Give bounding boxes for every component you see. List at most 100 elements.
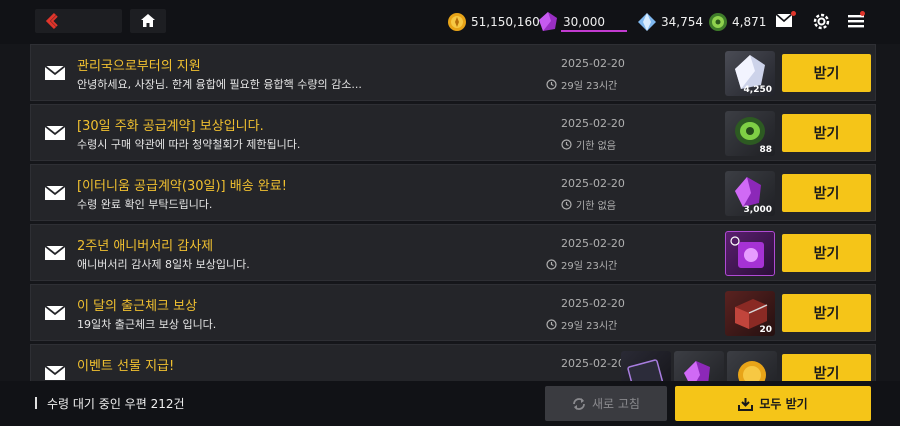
mail-title: 이벤트 선물 지급! <box>77 359 175 374</box>
mail-description: 수령시 구매 약관에 따라 청약철회가 제한됩니다. <box>77 138 301 151</box>
reward-count: 20 <box>759 325 772 335</box>
mail-date: 2025-02-20 <box>561 57 625 70</box>
home-icon <box>141 14 155 27</box>
receive-button[interactable]: 받기 <box>782 174 871 212</box>
menu-icon <box>848 15 864 28</box>
receive-all-button[interactable]: 모두 받기 <box>675 386 871 421</box>
envelope-icon <box>45 366 65 380</box>
envelope-icon <box>45 246 65 260</box>
receive-button[interactable]: 받기 <box>782 354 871 381</box>
receive-button[interactable]: 받기 <box>782 294 871 332</box>
green-currency: 4,871 <box>708 11 766 33</box>
mail-expire: 29일 23시간 <box>546 317 617 332</box>
mail-date: 2025-02-20 <box>561 177 625 190</box>
mail-title: 2주년 애니버서리 감사제 <box>77 239 214 254</box>
mail-description: 수령 완료 확인 부탁드립니다. <box>77 198 213 211</box>
receive-button[interactable]: 받기 <box>782 114 871 152</box>
mail-date: 2025-02-20 <box>561 117 625 130</box>
envelope-icon <box>45 306 65 320</box>
mail-item: [30일 주화 공급계약] 보상입니다. 수령시 구매 약관에 따라 청약철회가… <box>30 104 876 161</box>
diamond-icon <box>638 13 656 31</box>
mail-description: 안녕하세요, 사장님. 한계 융합에 필요한 융합핵 수량의 감소... <box>77 78 362 91</box>
diamond-currency: 34,754 <box>637 11 703 33</box>
mail-date: 2025-02-20 <box>561 237 625 250</box>
envelope-icon <box>45 126 65 140</box>
clock-icon <box>546 259 557 270</box>
green-amount: 4,871 <box>732 15 767 29</box>
refresh-icon <box>573 397 585 410</box>
mail-expire: 기한 없음 <box>561 137 616 152</box>
reward-item[interactable] <box>725 231 775 276</box>
purple-crystal-icon <box>684 361 710 381</box>
menu-button[interactable] <box>848 11 865 32</box>
reward-item[interactable]: 20 <box>725 291 775 336</box>
mail-item: 이 달의 출근체크 보상 19일차 출근체크 보상 입니다. 2025-02-2… <box>30 284 876 341</box>
reward-count: 88 <box>759 145 772 155</box>
gold-coin-icon <box>738 361 766 381</box>
purple-currency: 30,000 <box>537 11 627 33</box>
mail-expire-text: 기한 없음 <box>576 201 616 212</box>
gold-currency: 51,150,160 <box>447 11 540 33</box>
clock-icon <box>546 319 557 330</box>
bottom-bar: 수령 대기 중인 우편 212건 새로 고침 모두 받기 <box>0 381 900 426</box>
mail-expire: 기한 없음 <box>561 197 616 212</box>
refresh-label: 새로 고침 <box>592 397 640 411</box>
gold-amount: 51,150,160 <box>471 15 540 29</box>
reward-item[interactable]: 4,250 <box>725 51 775 96</box>
menu-notification-dot <box>860 11 865 16</box>
pending-marker <box>35 397 37 409</box>
gear-icon <box>813 13 830 30</box>
purple-amount: 30,000 <box>563 15 605 29</box>
purple-crystal-icon <box>539 12 557 31</box>
mail-expire-text: 29일 23시간 <box>561 321 618 332</box>
mail-date: 2025-02-20 <box>561 357 625 370</box>
mail-item: 관리국으로부터의 지원 안녕하세요, 사장님. 한계 융합에 필요한 융합핵 수… <box>30 44 876 101</box>
mail-item: [이터니움 공급계약(30일)] 배송 완료! 수령 완료 확인 부탁드립니다.… <box>30 164 876 221</box>
mail-expire: 29일 23시간 <box>546 77 617 92</box>
receive-all-label: 모두 받기 <box>759 397 808 411</box>
home-button[interactable] <box>130 9 166 33</box>
mail-expire: 29일 23시간 <box>546 257 617 272</box>
gold-coin-icon <box>448 13 466 31</box>
reward-count: 4,250 <box>743 85 772 95</box>
envelope-icon <box>45 66 65 80</box>
green-coin-icon <box>709 13 727 31</box>
reward-item[interactable]: 88 <box>725 111 775 156</box>
mail-description: 19일차 출근체크 보상 입니다. <box>77 318 217 331</box>
receive-button[interactable]: 받기 <box>782 234 871 272</box>
clock-icon <box>546 79 557 90</box>
reward-item[interactable]: 3,000 <box>725 171 775 216</box>
reward-count: 3,000 <box>743 205 772 215</box>
download-tray-icon <box>738 397 754 411</box>
reward-item[interactable] <box>727 351 777 381</box>
purple-progress-bar <box>561 30 627 32</box>
mail-description: 애니버서리 감사제 8일차 보상입니다. <box>77 258 250 271</box>
pending-count: 수령 대기 중인 우편 212건 <box>47 397 185 411</box>
refresh-button[interactable]: 새로 고침 <box>545 386 667 421</box>
top-bar: 51,150,160 30,000 34,754 4,871 <box>0 0 900 44</box>
purple-ticket-icon <box>730 236 764 268</box>
mail-icon <box>775 13 793 27</box>
mail-date: 2025-02-20 <box>561 297 625 310</box>
mail-expire-text: 29일 23시간 <box>561 261 618 272</box>
reward-item[interactable] <box>674 351 724 381</box>
reward-item[interactable] <box>621 351 671 381</box>
mail-item: 이벤트 선물 지급! 2025-02-20 받기 <box>30 344 876 381</box>
ticket-icon <box>627 359 665 381</box>
mail-title: [30일 주화 공급계약] 보상입니다. <box>77 119 264 134</box>
mail-button[interactable] <box>775 11 796 31</box>
back-button[interactable] <box>35 9 122 33</box>
diamond-amount: 34,754 <box>661 15 703 29</box>
receive-button[interactable]: 받기 <box>782 54 871 92</box>
envelope-icon <box>45 186 65 200</box>
mail-notification-dot <box>791 11 796 16</box>
mail-expire-text: 기한 없음 <box>576 141 616 152</box>
back-arrow-icon <box>45 12 58 30</box>
clock-icon <box>561 199 572 210</box>
settings-button[interactable] <box>813 13 830 34</box>
mail-title: [이터니움 공급계약(30일)] 배송 완료! <box>77 179 287 194</box>
clock-icon <box>561 139 572 150</box>
mail-item: 2주년 애니버서리 감사제 애니버서리 감사제 8일차 보상입니다. 2025-… <box>30 224 876 281</box>
mail-list[interactable]: 관리국으로부터의 지원 안녕하세요, 사장님. 한계 융합에 필요한 융합핵 수… <box>30 44 876 381</box>
mail-title: 이 달의 출근체크 보상 <box>77 299 198 314</box>
